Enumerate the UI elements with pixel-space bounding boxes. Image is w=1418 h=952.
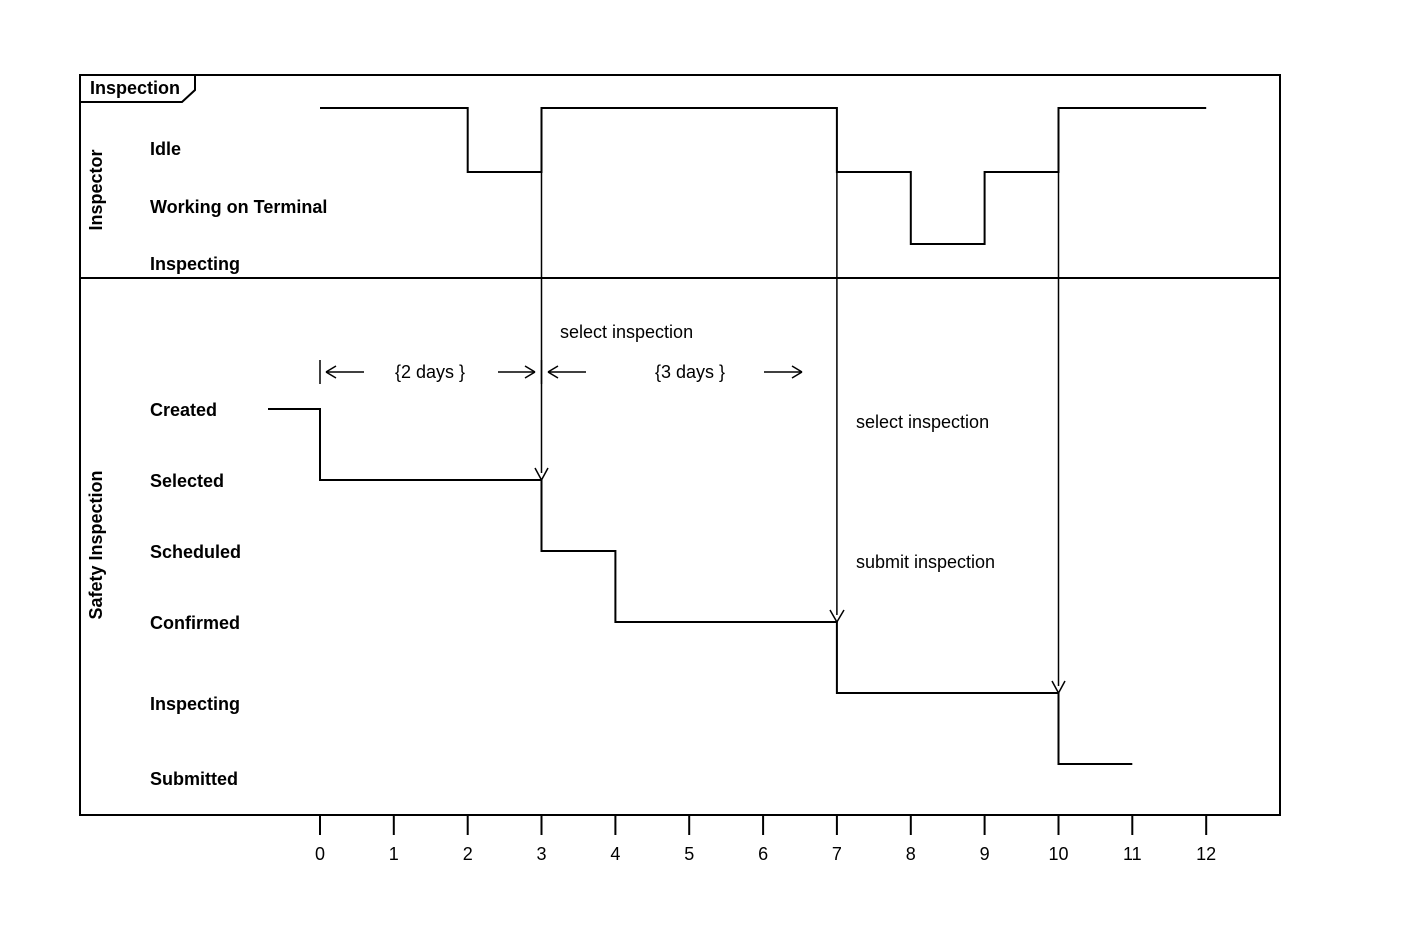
inspector-state-working: Working on Terminal [150, 197, 327, 217]
safety-state-created: Created [150, 400, 217, 420]
svg-text:Inspector: Inspector [86, 149, 106, 230]
timing-diagram: Inspection Inspector Safety Inspection I… [0, 0, 1418, 952]
svg-text:Safety Inspection: Safety Inspection [86, 470, 106, 619]
svg-text:12: 12 [1196, 844, 1216, 864]
svg-text:7: 7 [832, 844, 842, 864]
message-select-3 [535, 172, 548, 480]
inspector-timeline [320, 108, 1206, 244]
safety-state-scheduled: Scheduled [150, 542, 241, 562]
safety-state-confirmed: Confirmed [150, 613, 240, 633]
svg-text:8: 8 [906, 844, 916, 864]
svg-text:2: 2 [463, 844, 473, 864]
svg-text:4: 4 [610, 844, 620, 864]
safety-timeline [268, 409, 1132, 764]
frame-tab: Inspection [80, 75, 195, 102]
svg-text:6: 6 [758, 844, 768, 864]
message-select-7 [830, 172, 844, 622]
message-submit-10-label: submit inspection [856, 552, 995, 572]
svg-text:10: 10 [1048, 844, 1068, 864]
time-axis-labels: 0 1 2 3 4 5 6 7 8 9 10 11 12 [315, 844, 1216, 864]
diagram-frame [80, 75, 1280, 815]
safety-state-selected: Selected [150, 471, 224, 491]
time-axis [320, 815, 1206, 835]
message-submit-10 [1052, 172, 1065, 693]
inspector-lane-label: Inspector [86, 149, 106, 230]
duration-2days-label: {2 days } [395, 362, 465, 382]
message-select-7-label: select inspection [856, 412, 989, 432]
svg-text:5: 5 [684, 844, 694, 864]
duration-3days-label: {3 days } [655, 362, 725, 382]
message-select-3-label: select inspection [560, 322, 693, 342]
svg-text:1: 1 [389, 844, 399, 864]
svg-text:9: 9 [980, 844, 990, 864]
frame-tab-label: Inspection [90, 78, 180, 98]
svg-text:3: 3 [536, 844, 546, 864]
safety-state-inspecting: Inspecting [150, 694, 240, 714]
inspector-state-idle: Idle [150, 139, 181, 159]
safety-state-submitted: Submitted [150, 769, 238, 789]
safety-lane-label: Safety Inspection [86, 470, 106, 619]
svg-text:11: 11 [1123, 844, 1142, 864]
svg-text:0: 0 [315, 844, 325, 864]
inspector-state-inspecting: Inspecting [150, 254, 240, 274]
